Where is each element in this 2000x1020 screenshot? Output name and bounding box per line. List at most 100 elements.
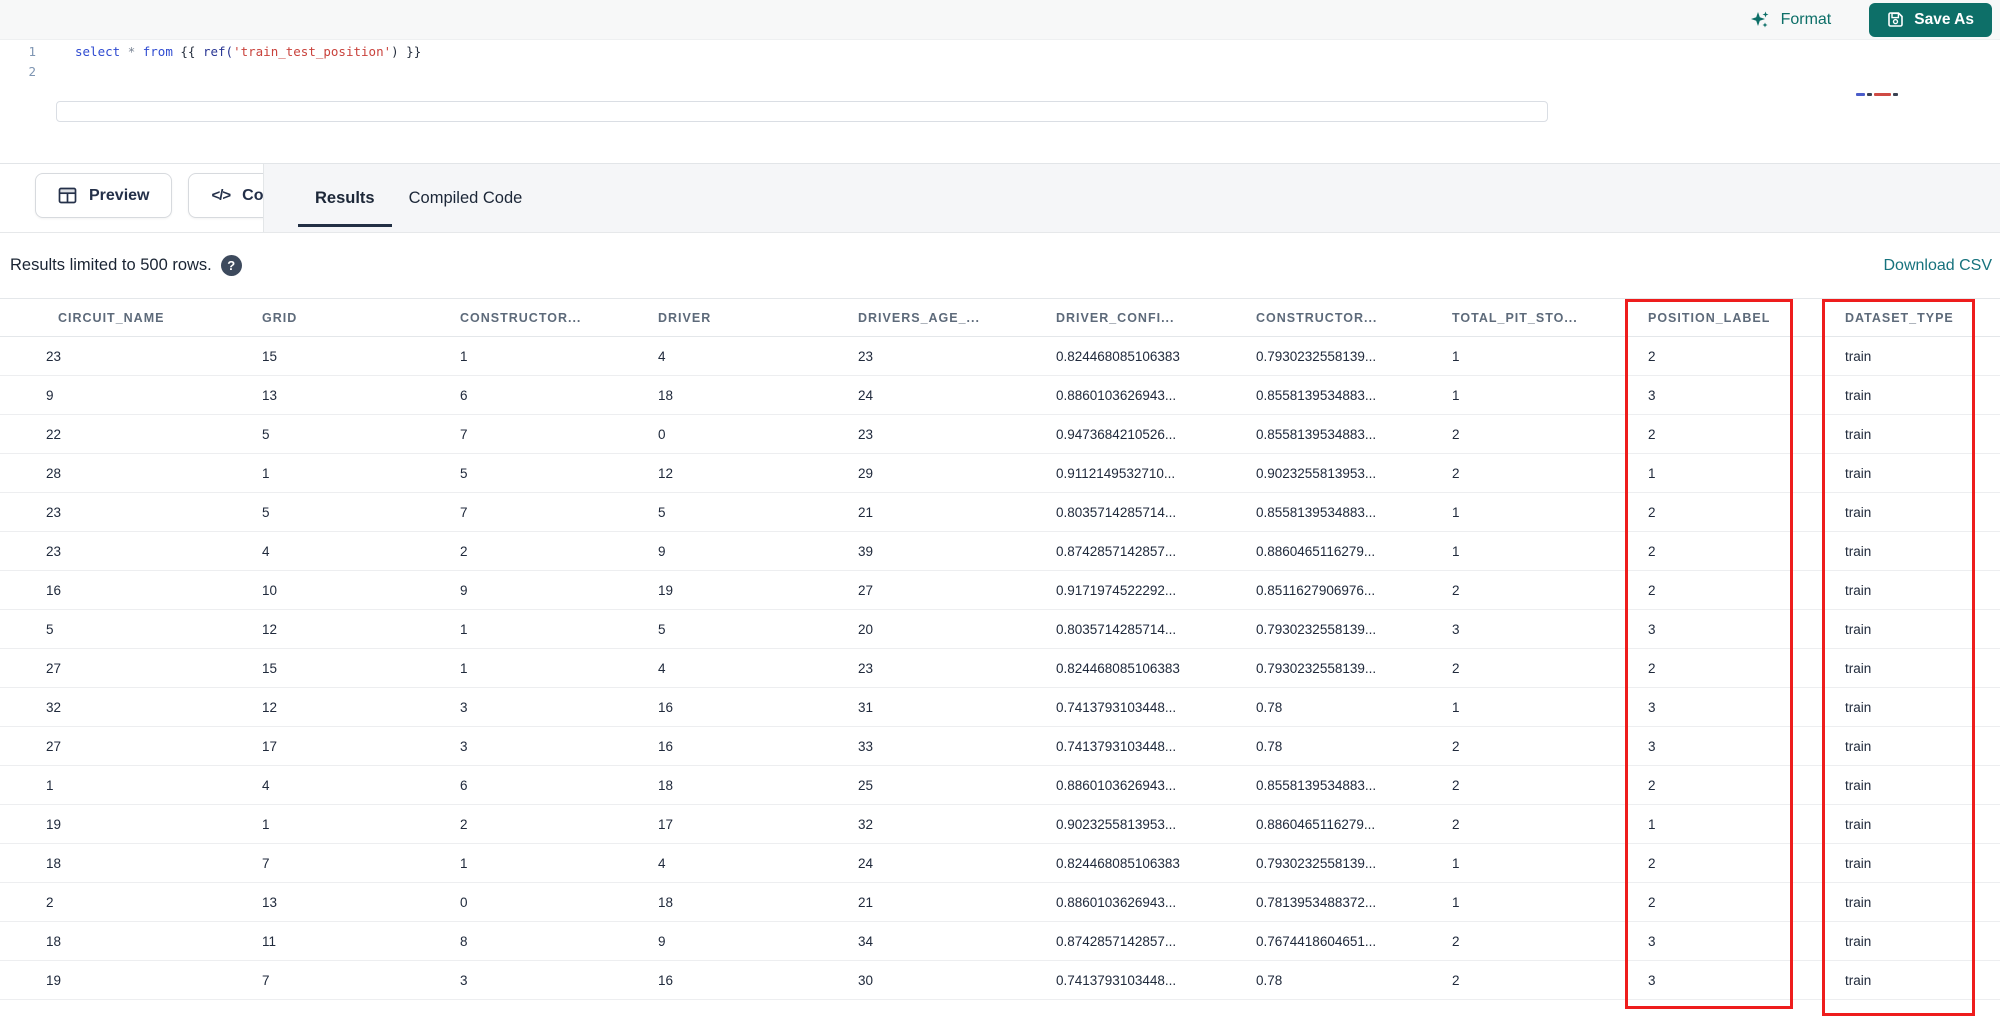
table-cell: 17 bbox=[262, 726, 460, 766]
table-cell: 28 bbox=[0, 453, 262, 493]
table-cell: 18 bbox=[658, 765, 858, 805]
table-cell: 2 bbox=[1648, 570, 1845, 610]
table-cell: 0.78 bbox=[1256, 726, 1452, 766]
table-grid-icon bbox=[58, 186, 77, 205]
editor-toolbar: Format Save As bbox=[0, 0, 2000, 40]
table-cell: 5 bbox=[658, 609, 858, 649]
table-cell: 19 bbox=[658, 570, 858, 610]
table-row: 23 5 7 5 21 0.8035714285714... 0.8558139534883… bbox=[0, 492, 2000, 532]
table-cell: 2 bbox=[1648, 843, 1845, 883]
column-header: DRIVERS_AGE_... bbox=[858, 298, 1056, 337]
preview-button[interactable]: Preview bbox=[35, 173, 173, 218]
table-row: 23 15 1 4 23 0.824468085106383 0.7930232558139… bbox=[0, 336, 2000, 376]
table-cell: 7 bbox=[262, 960, 460, 1000]
table-cell: 2 bbox=[1648, 414, 1845, 454]
table-cell: 34 bbox=[858, 921, 1056, 961]
table-cell: 18 bbox=[0, 921, 262, 961]
table-row: 28 1 5 12 29 0.9112149532710... 0.902325581395… bbox=[0, 453, 2000, 493]
table-cell: 0.8558139534883... bbox=[1256, 765, 1452, 805]
format-button[interactable]: Format bbox=[1749, 9, 1831, 31]
table-cell: 5 bbox=[658, 492, 858, 532]
table-cell: 32 bbox=[0, 687, 262, 727]
table-cell: train bbox=[1845, 882, 2000, 922]
table-cell: train bbox=[1845, 609, 2000, 649]
table-cell: 4 bbox=[658, 843, 858, 883]
table-cell: 2 bbox=[1452, 921, 1648, 961]
table-cell: 0 bbox=[460, 882, 658, 922]
action-buttons: Preview </> Compile bbox=[0, 164, 329, 232]
table-cell: 23 bbox=[0, 531, 262, 571]
table-cell: 17 bbox=[658, 804, 858, 844]
table-cell: 23 bbox=[0, 336, 262, 376]
table-cell: 1 bbox=[460, 648, 658, 688]
results-limit-message: Results limited to 500 rows. bbox=[10, 256, 212, 274]
table-cell: 32 bbox=[858, 804, 1056, 844]
table-cell: 0.8558139534883... bbox=[1256, 414, 1452, 454]
line-number: 1 bbox=[28, 44, 36, 59]
code-token: ref( bbox=[202, 44, 234, 59]
column-header: POSITION_LABEL bbox=[1648, 298, 1845, 337]
table-cell: 33 bbox=[858, 726, 1056, 766]
table-cell: 4 bbox=[262, 765, 460, 805]
panel-strip: Preview </> Compile ResultsCompiled Code bbox=[0, 163, 2000, 233]
table-cell: 0.8860103626943... bbox=[1056, 765, 1256, 805]
table-cell: train bbox=[1845, 921, 2000, 961]
table-cell: 2 bbox=[1452, 765, 1648, 805]
results-tabs: Results Compiled Code bbox=[263, 164, 2000, 232]
table-cell: 0.9112149532710... bbox=[1056, 453, 1256, 493]
table-cell: 1 bbox=[1452, 687, 1648, 727]
code-token: 'train_test_position' bbox=[233, 44, 392, 59]
table-cell: 2 bbox=[0, 882, 262, 922]
table-cell: 19 bbox=[0, 960, 262, 1000]
table-cell: 1 bbox=[460, 609, 658, 649]
table-cell: 9 bbox=[460, 570, 658, 610]
table-row: 18 11 8 9 34 0.8742857142857... 0.767441860465… bbox=[0, 921, 2000, 961]
table-cell: 2 bbox=[1452, 414, 1648, 454]
results-table-container: CIRCUIT_NAME GRID CONSTRUCTOR... DRIVER DRIV… bbox=[0, 298, 2000, 1020]
table-cell: 16 bbox=[658, 960, 858, 1000]
save-as-button[interactable]: Save As bbox=[1869, 2, 1992, 37]
code-line-2[interactable] bbox=[58, 62, 2000, 82]
table-cell: 0.824468085106383 bbox=[1056, 843, 1256, 883]
code-editor[interactable]: 12 select * from {{ ref('train_test_posi… bbox=[0, 40, 2000, 163]
code-token: ) }} bbox=[391, 44, 422, 59]
table-row: 32 12 3 16 31 0.7413793103448... 0.78 1 3 train bbox=[0, 687, 2000, 727]
table-body: 23 15 1 4 23 0.824468085106383 0.7930232558139… bbox=[0, 336, 2000, 1000]
table-cell: 21 bbox=[858, 492, 1056, 532]
table-cell: 3 bbox=[1648, 687, 1845, 727]
download-csv-link[interactable]: Download CSV bbox=[1884, 257, 1993, 275]
table-cell: 30 bbox=[858, 960, 1056, 1000]
column-header: GRID bbox=[262, 298, 460, 337]
results-info-bar: Results limited to 500 rows. ? Download … bbox=[0, 233, 2000, 298]
table-cell: 0.8860103626943... bbox=[1056, 375, 1256, 415]
table-cell: 0.7930232558139... bbox=[1256, 609, 1452, 649]
table-cell: 1 bbox=[1452, 492, 1648, 532]
table-cell: 0.8860103626943... bbox=[1056, 882, 1256, 922]
table-cell: 3 bbox=[460, 687, 658, 727]
help-icon[interactable]: ? bbox=[220, 255, 242, 276]
table-cell: train bbox=[1845, 414, 2000, 454]
sql-ide: Format Save As 12 select * from {{ ref('… bbox=[0, 0, 2000, 1020]
table-cell: 1 bbox=[1648, 453, 1845, 493]
table-cell: 0.8558139534883... bbox=[1256, 375, 1452, 415]
code-line-1[interactable]: select * from {{ ref('train_test_positio… bbox=[58, 42, 2000, 62]
table-cell: 4 bbox=[262, 531, 460, 571]
table-cell: 0.824468085106383 bbox=[1056, 336, 1256, 376]
code-token: {{ bbox=[172, 44, 203, 59]
table-cell: train bbox=[1845, 960, 2000, 1000]
table-cell: 0.9023255813953... bbox=[1056, 804, 1256, 844]
minimap[interactable] bbox=[1856, 92, 1908, 96]
table-cell: 0.8558139534883... bbox=[1256, 492, 1452, 532]
table-cell: 6 bbox=[460, 765, 658, 805]
table-row: 9 13 6 18 24 0.8860103626943... 0.855813953488… bbox=[0, 375, 2000, 415]
table-cell: 31 bbox=[858, 687, 1056, 727]
column-header: DATASET_TYPE bbox=[1845, 298, 2000, 337]
tab-results[interactable]: Results bbox=[298, 164, 392, 232]
tab-compiled-code[interactable]: Compiled Code bbox=[392, 164, 540, 232]
table-cell: 1 bbox=[1452, 843, 1648, 883]
table-cell: 1 bbox=[0, 765, 262, 805]
table-cell: 0.8035714285714... bbox=[1056, 609, 1256, 649]
table-cell: 3 bbox=[1648, 375, 1845, 415]
column-header: DRIVER_CONFI... bbox=[1056, 298, 1256, 337]
